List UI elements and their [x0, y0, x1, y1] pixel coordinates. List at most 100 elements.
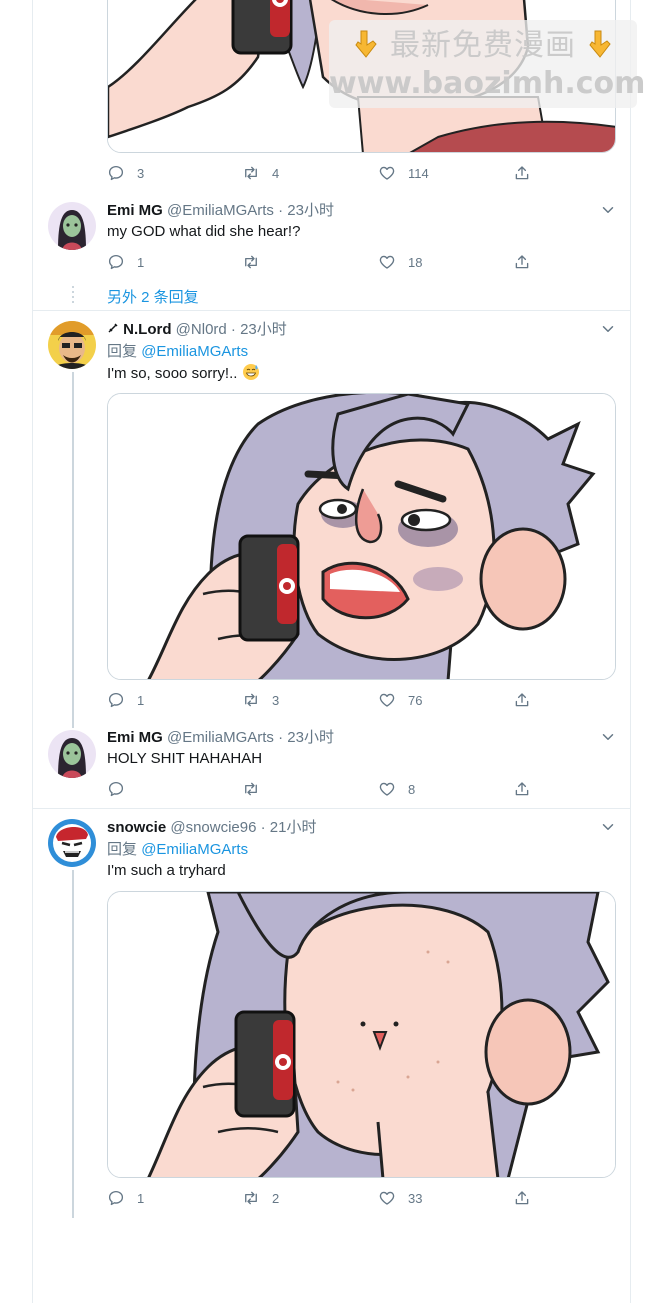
like-button[interactable]: 8	[378, 779, 415, 799]
heart-icon	[378, 691, 396, 709]
replying-to: 回复 @EmiliaMGArts	[107, 342, 248, 362]
tweet-header: Emi MG @EmiliaMGArts · 23小时	[107, 728, 334, 748]
watermark-top-text: 最新免费漫画	[390, 28, 576, 63]
dagger-icon	[107, 320, 119, 340]
like-button[interactable]: 76	[378, 690, 422, 710]
reply-button[interactable]	[107, 779, 137, 799]
reply-button[interactable]: 1	[107, 690, 144, 710]
tweet-header: Emi MG @EmiliaMGArts · 23小时	[107, 201, 334, 221]
tweet-image[interactable]	[107, 393, 616, 680]
retweet-icon	[242, 164, 260, 182]
share-icon	[513, 780, 531, 798]
tweet-header: snowcie @snowcie96 · 21小时	[107, 818, 317, 838]
reply-button[interactable]: 3	[107, 163, 144, 183]
like-count: 18	[408, 254, 423, 270]
tweet-actions: 1 2 33	[107, 1188, 537, 1208]
tweet-actions: 1 3 76	[107, 690, 537, 710]
reply-count: 1	[137, 692, 145, 708]
thread-line	[72, 372, 74, 728]
display-name[interactable]: Emi MG	[107, 202, 163, 219]
tweet-text: HOLY SHIT HAHAHAH	[107, 750, 263, 767]
like-count: 8	[408, 781, 416, 797]
like-button[interactable]: 33	[378, 1188, 422, 1208]
divider	[33, 310, 630, 311]
tweet-text: I'm such a tryhard	[107, 862, 226, 879]
tweet-text: my GOD what did she hear!?	[107, 223, 301, 240]
timestamp[interactable]: · 23小时	[278, 729, 334, 746]
retweet-button[interactable]: 2	[242, 1188, 279, 1208]
retweet-button[interactable]: 3	[242, 690, 279, 710]
watermark-top: 最新免费漫画	[329, 26, 637, 66]
reply-to-link[interactable]: @EmiliaMGArts	[141, 343, 248, 360]
reply-prefix: 回复	[107, 343, 138, 360]
retweet-count: 2	[272, 1190, 280, 1206]
retweet-button[interactable]	[242, 779, 272, 799]
chevron-down-icon[interactable]	[599, 320, 617, 338]
avatar[interactable]	[48, 321, 96, 369]
heart-icon	[378, 253, 396, 271]
retweet-count: 3	[272, 692, 280, 708]
reply-to-link[interactable]: @EmiliaMGArts	[141, 841, 248, 858]
heart-icon	[378, 1189, 396, 1207]
reply-prefix: 回复	[107, 841, 138, 858]
retweet-count: 4	[272, 165, 280, 181]
share-button[interactable]	[513, 690, 531, 710]
avatar[interactable]	[48, 730, 96, 778]
chevron-down-icon[interactable]	[599, 201, 617, 219]
timestamp[interactable]: · 21小时	[261, 819, 317, 836]
share-button[interactable]	[513, 1188, 531, 1208]
reply-icon	[107, 691, 125, 709]
display-name[interactable]: Emi MG	[107, 729, 163, 746]
watermark-url: www.baozimh.com	[329, 66, 646, 101]
pointing-down-icon	[355, 30, 378, 58]
reply-count: 3	[137, 165, 145, 181]
chevron-down-icon[interactable]	[599, 818, 617, 836]
display-name[interactable]: snowcie	[107, 819, 166, 836]
like-count: 76	[408, 692, 423, 708]
share-button[interactable]	[513, 252, 531, 272]
timestamp[interactable]: · 23小时	[231, 321, 287, 338]
retweet-icon	[242, 691, 260, 709]
tweet-actions: 1 18	[107, 252, 537, 272]
tweet-image[interactable]	[107, 891, 616, 1178]
divider	[33, 808, 630, 809]
heart-icon	[378, 164, 396, 182]
share-icon	[513, 164, 531, 182]
user-handle[interactable]: @snowcie96	[170, 819, 256, 836]
reply-button[interactable]: 1	[107, 252, 144, 272]
user-handle[interactable]: @Nl0rd	[176, 321, 227, 338]
like-count: 33	[408, 1190, 423, 1206]
reply-count: 1	[137, 1190, 145, 1206]
heart-icon	[378, 780, 396, 798]
pointing-down-icon	[588, 30, 611, 58]
user-handle[interactable]: @EmiliaMGArts	[167, 729, 274, 746]
share-icon	[513, 253, 531, 271]
retweet-icon	[242, 780, 260, 798]
reply-icon	[107, 780, 125, 798]
reply-icon	[107, 253, 125, 271]
avatar[interactable]	[48, 202, 96, 250]
display-name[interactable]: N.Lord	[123, 321, 171, 338]
share-button[interactable]	[513, 163, 531, 183]
thread-dots	[72, 286, 74, 304]
share-button[interactable]	[513, 779, 531, 799]
tweet-actions: 3 4 114	[107, 163, 537, 183]
reply-count: 1	[137, 254, 145, 270]
user-handle[interactable]: @EmiliaMGArts	[167, 202, 274, 219]
retweet-button[interactable]	[242, 252, 272, 272]
tweet-header: N.Lord @Nl0rd · 23小时	[107, 320, 287, 340]
reply-button[interactable]: 1	[107, 1188, 144, 1208]
like-button[interactable]: 114	[378, 163, 429, 183]
retweet-icon	[242, 1189, 260, 1207]
chevron-down-icon[interactable]	[599, 728, 617, 746]
retweet-button[interactable]: 4	[242, 163, 279, 183]
timestamp[interactable]: · 23小时	[278, 202, 334, 219]
show-more-replies-link[interactable]: 另外 2 条回复	[107, 286, 199, 307]
replying-to: 回复 @EmiliaMGArts	[107, 840, 248, 860]
thread-line	[72, 870, 74, 1218]
tweet-text: I'm so, sooo sorry!..	[107, 363, 260, 387]
like-button[interactable]: 18	[378, 252, 422, 272]
reply-icon	[107, 1189, 125, 1207]
grinning-sweat-emoji	[242, 363, 260, 387]
avatar[interactable]	[48, 819, 96, 867]
